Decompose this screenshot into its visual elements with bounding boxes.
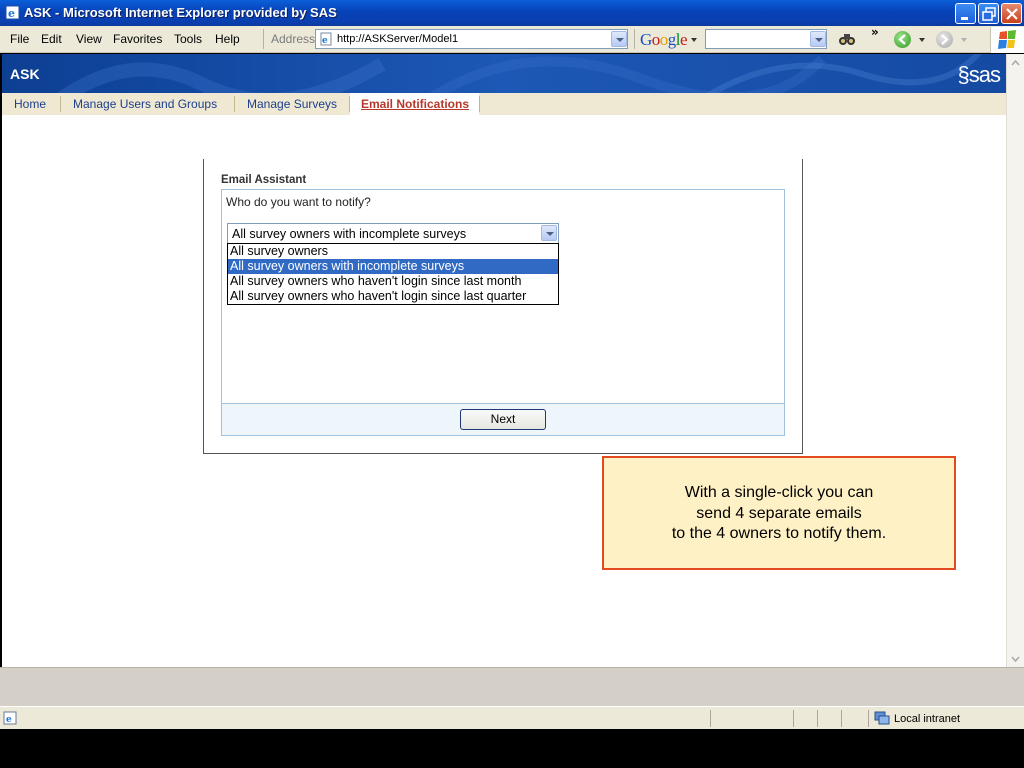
app-title: ASK xyxy=(10,66,40,82)
toolbar-separator xyxy=(263,29,264,49)
status-separator xyxy=(710,710,711,727)
scroll-up-arrow-icon[interactable] xyxy=(1007,54,1024,71)
svg-text:e: e xyxy=(6,715,12,725)
more-toolbar-chevron[interactable]: » xyxy=(871,25,879,39)
sas-logo: §sas xyxy=(957,62,1002,87)
forward-button[interactable] xyxy=(936,31,953,48)
close-button[interactable] xyxy=(1001,3,1022,24)
panel-title: Email Assistant xyxy=(221,174,307,186)
callout-line: With a single-click you can xyxy=(684,484,874,501)
menu-tools[interactable]: Tools xyxy=(174,32,202,46)
windows-flag-icon xyxy=(998,30,1016,49)
status-separator xyxy=(868,710,869,727)
google-logo[interactable]: Google xyxy=(640,30,688,50)
address-url: http://ASKServer/Model1 xyxy=(337,33,459,45)
chevron-down-icon[interactable] xyxy=(541,225,557,241)
recipient-options-list: All survey owners All survey owners with… xyxy=(227,243,559,305)
callout-line: to the 4 owners to notify them. xyxy=(671,525,887,542)
page-icon: e xyxy=(320,32,332,46)
internet-explorer-icon: e xyxy=(5,5,20,20)
tab-home[interactable]: Home xyxy=(14,97,46,111)
minimize-button[interactable] xyxy=(955,3,976,24)
tab-separator xyxy=(349,96,350,112)
title-bar: e ASK - Microsoft Internet Explorer prov… xyxy=(0,0,1024,26)
zone-label: Local intranet xyxy=(894,713,961,725)
tab-separator xyxy=(60,96,61,112)
forward-arrow-icon xyxy=(941,34,949,45)
google-search-input[interactable] xyxy=(705,29,827,49)
status-separator xyxy=(793,710,794,727)
email-assistant-panel: Email Assistant Who do you want to notif… xyxy=(203,159,803,454)
next-button[interactable]: Next xyxy=(460,409,546,430)
menu-edit[interactable]: Edit xyxy=(41,32,62,46)
menu-help[interactable]: Help xyxy=(215,32,240,46)
recipient-select-value: All survey owners with incomplete survey… xyxy=(232,227,467,241)
svg-text:e: e xyxy=(8,7,15,20)
svg-text:e: e xyxy=(322,36,328,46)
local-intranet-icon xyxy=(874,711,890,725)
vertical-scrollbar[interactable] xyxy=(1006,54,1024,667)
menu-view[interactable]: View xyxy=(76,32,102,46)
binoculars-icon[interactable] xyxy=(838,31,856,47)
window-title: ASK - Microsoft Internet Explorer provid… xyxy=(24,5,337,20)
address-input[interactable]: e http://ASKServer/Model1 xyxy=(315,29,628,49)
status-separator xyxy=(817,710,818,727)
status-separator xyxy=(841,710,842,727)
minimize-icon xyxy=(961,17,968,20)
nav-tabs: Home Manage Users and Groups Manage Surv… xyxy=(2,93,1006,115)
callout-note: With a single-click you can send 4 separ… xyxy=(602,456,956,570)
recipient-select[interactable]: All survey owners with incomplete survey… xyxy=(227,223,559,244)
back-button[interactable] xyxy=(894,31,911,48)
option-all-survey-owners[interactable]: All survey owners xyxy=(228,244,558,259)
windows-logo xyxy=(990,27,1024,53)
page-status-icon: e xyxy=(3,711,17,725)
toolbar-separator xyxy=(634,29,635,49)
menu-favorites[interactable]: Favorites xyxy=(113,32,162,46)
tab-manage-users-and-groups[interactable]: Manage Users and Groups xyxy=(73,97,217,111)
restore-button[interactable] xyxy=(978,3,999,24)
tab-email-notifications[interactable]: Email Notifications xyxy=(361,97,469,111)
google-search-dropdown-button[interactable] xyxy=(810,31,826,47)
banner-decoration xyxy=(57,54,982,93)
address-label: Address xyxy=(271,32,316,46)
browser-viewport: ASK §sas Home Manage Users and Groups Ma… xyxy=(2,54,1006,667)
tab-separator xyxy=(234,96,235,112)
callout-line: send 4 separate emails xyxy=(696,504,862,522)
forward-dropdown-arrow-icon[interactable] xyxy=(961,38,967,42)
close-icon xyxy=(1006,8,1018,20)
question-text: Who do you want to notify? xyxy=(226,195,371,209)
assistant-frame: Who do you want to notify? All survey ow… xyxy=(221,189,785,436)
google-menu-arrow-icon[interactable] xyxy=(691,38,697,42)
tab-manage-surveys[interactable]: Manage Surveys xyxy=(247,97,337,111)
scroll-down-arrow-icon[interactable] xyxy=(1007,650,1024,667)
option-no-login-last-quarter[interactable]: All survey owners who haven't login sinc… xyxy=(228,289,558,304)
assistant-footer: Next xyxy=(222,403,784,435)
address-dropdown-button[interactable] xyxy=(611,31,627,47)
status-bar: e Local intranet xyxy=(0,706,1024,729)
tab-separator xyxy=(479,96,480,112)
menu-file[interactable]: File xyxy=(10,32,29,46)
option-incomplete-surveys[interactable]: All survey owners with incomplete survey… xyxy=(228,259,558,274)
back-arrow-icon xyxy=(898,34,906,45)
sas-logo-text: sas xyxy=(968,62,1001,87)
back-dropdown-arrow-icon[interactable] xyxy=(919,38,925,42)
security-zone: Local intranet xyxy=(874,711,960,728)
restore-icon xyxy=(982,7,996,21)
option-no-login-last-month[interactable]: All survey owners who haven't login sinc… xyxy=(228,274,558,289)
app-banner: ASK §sas xyxy=(2,54,1006,93)
lower-gray-area xyxy=(0,667,1024,706)
